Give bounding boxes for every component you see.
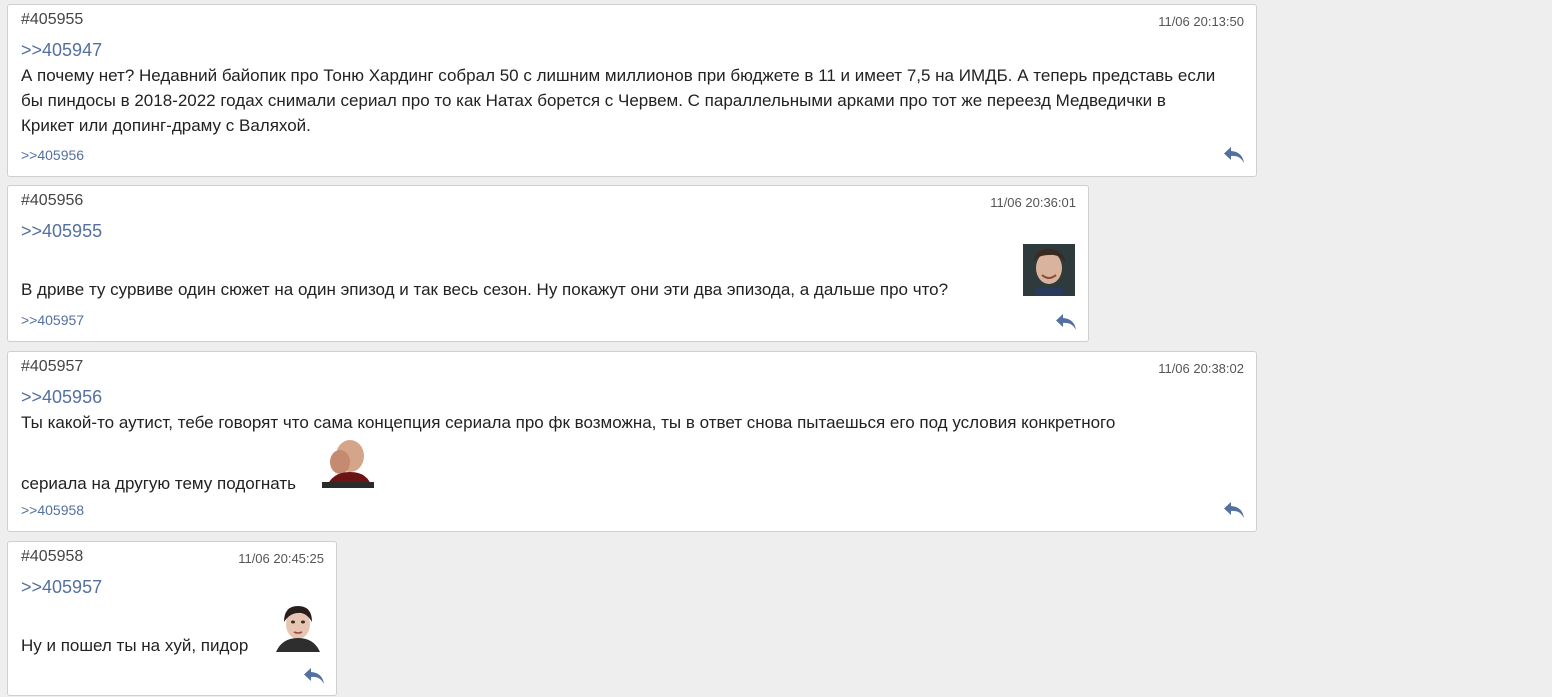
- post-number[interactable]: #405955: [21, 11, 83, 29]
- post-text: А почему нет? Недавний байопик про Тоню …: [21, 66, 1216, 135]
- reply-to-link[interactable]: >>405955: [21, 221, 102, 242]
- reply-arrow-icon[interactable]: [302, 665, 326, 687]
- post-date: 11/06 20:36:01: [990, 195, 1076, 210]
- answer-link[interactable]: >>405957: [21, 312, 84, 328]
- post-date: 11/06 20:45:25: [238, 551, 324, 566]
- post-text-line-2: сериала на другую тему подогнать: [21, 436, 421, 496]
- post-date: 11/06 20:38:02: [1158, 361, 1244, 376]
- post-number[interactable]: #405956: [21, 192, 83, 210]
- post-text-content: В дриве ту сурвиве один сюжет на один эп…: [21, 280, 949, 299]
- reply-arrow-icon[interactable]: [1054, 311, 1078, 333]
- post-date: 11/06 20:13:50: [1158, 14, 1244, 29]
- answer-link[interactable]: >>405958: [21, 502, 84, 518]
- sticker-image[interactable]: [272, 600, 324, 652]
- post-text: В дриве ту сурвиве один сюжет на один эп…: [21, 244, 1081, 302]
- post-405958: #405958 11/06 20:45:25 >>405957 Ну и пош…: [7, 541, 337, 696]
- post-405956: #405956 11/06 20:36:01 >>405955 В дриве …: [7, 185, 1089, 342]
- reply-to-link[interactable]: >>405957: [21, 577, 102, 598]
- answer-link[interactable]: >>405956: [21, 147, 84, 163]
- reply-to-link[interactable]: >>405956: [21, 387, 102, 408]
- post-number[interactable]: #405958: [21, 548, 83, 566]
- sticker-image[interactable]: [322, 436, 374, 488]
- post-text-content: Ну и пошел ты на хуй, пидор: [21, 636, 249, 655]
- post-405957: #405957 11/06 20:38:02 >>405956 Ты какой…: [7, 351, 1257, 532]
- reply-to-link[interactable]: >>405947: [21, 40, 102, 61]
- post-number[interactable]: #405957: [21, 358, 83, 376]
- post-text-line-1: Ты какой-то аутист, тебе говорят что сам…: [21, 413, 1116, 432]
- post-text-content: сериала на другую тему подогнать: [21, 474, 297, 493]
- post-text: Ну и пошел ты на хуй, пидор: [21, 600, 326, 658]
- sticker-image[interactable]: [1023, 244, 1075, 296]
- reply-arrow-icon[interactable]: [1222, 144, 1246, 166]
- reply-arrow-icon[interactable]: [1222, 499, 1246, 521]
- post-405955: #405955 11/06 20:13:50 >>405947 А почему…: [7, 4, 1257, 177]
